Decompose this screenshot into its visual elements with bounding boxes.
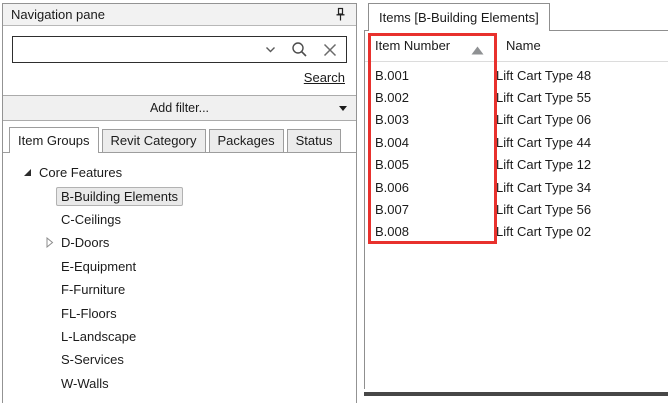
dropdown-caret-icon	[339, 106, 347, 111]
tree-node-e-equipment[interactable]: E-Equipment	[3, 255, 356, 278]
tab-items-b-building-elements[interactable]: Items [B-Building Elements]	[368, 3, 550, 31]
tree-node-s-services[interactable]: S-Services	[3, 348, 356, 371]
cell-item-number: B.001	[365, 68, 496, 83]
navigation-tab-strip: Item Groups Revit Category Packages Stat…	[3, 127, 356, 153]
tree-node-l-landscape[interactable]: L-Landscape	[3, 325, 356, 348]
column-header-item-number[interactable]: Item Number	[375, 38, 450, 53]
item-groups-tree: Core Features B-Building Elements C-Ceil…	[3, 153, 356, 395]
tree-node-label: FL-Floors	[61, 306, 117, 321]
cell-name: Lift Cart Type 06	[496, 112, 668, 127]
tree-node-label: C-Ceilings	[61, 212, 121, 227]
navigation-pane-header: Navigation pane	[3, 4, 356, 26]
tab-label: Status	[296, 133, 333, 148]
cell-item-number: B.004	[365, 135, 496, 150]
tree-node-c-ceilings[interactable]: C-Ceilings	[3, 208, 356, 231]
tree-node-label: Core Features	[39, 165, 122, 180]
cell-name: Lift Cart Type 12	[496, 157, 668, 172]
tab-status[interactable]: Status	[287, 129, 342, 152]
table-row[interactable]: B.002 Lift Cart Type 55	[365, 86, 668, 108]
cell-item-number: B.003	[365, 112, 496, 127]
sort-ascending-icon[interactable]	[471, 43, 484, 58]
tree-node-label: S-Services	[61, 352, 124, 367]
bottom-divider-bar	[364, 392, 668, 396]
navigation-pane-title: Navigation pane	[11, 7, 332, 22]
table-row[interactable]: B.005 Lift Cart Type 12	[365, 154, 668, 176]
tree-collapsed-icon[interactable]	[45, 237, 54, 248]
cell-item-number: B.008	[365, 224, 496, 239]
close-icon[interactable]	[323, 43, 337, 57]
cell-name: Lift Cart Type 48	[496, 68, 668, 83]
cell-name: Lift Cart Type 55	[496, 90, 668, 105]
tree-expanded-icon[interactable]	[23, 168, 32, 177]
search-input[interactable]	[17, 39, 250, 61]
table-row[interactable]: B.003 Lift Cart Type 06	[365, 109, 668, 131]
tree-node-label: F-Furniture	[61, 282, 125, 297]
cell-item-number: B.006	[365, 180, 496, 195]
cell-item-number: B.005	[365, 157, 496, 172]
column-header-name[interactable]: Name	[506, 38, 541, 53]
items-panel: Items [B-Building Elements] Item Number …	[364, 3, 668, 396]
search-icon[interactable]	[291, 41, 308, 58]
table-row[interactable]: B.007 Lift Cart Type 56	[365, 198, 668, 220]
tree-node-w-walls[interactable]: W-Walls	[3, 372, 356, 395]
table-row[interactable]: B.008 Lift Cart Type 02	[365, 221, 668, 243]
cell-name: Lift Cart Type 56	[496, 202, 668, 217]
tab-revit-category[interactable]: Revit Category	[102, 129, 206, 152]
tab-label: Item Groups	[18, 133, 90, 148]
tree-node-label: W-Walls	[61, 376, 109, 391]
tree-node-core-features[interactable]: Core Features	[3, 161, 356, 184]
tab-item-groups[interactable]: Item Groups	[9, 127, 99, 153]
pin-icon[interactable]	[332, 7, 348, 23]
search-link[interactable]: Search	[304, 70, 345, 85]
cell-name: Lift Cart Type 02	[496, 224, 668, 239]
tab-label: Revit Category	[111, 133, 197, 148]
tree-node-label: E-Equipment	[61, 259, 136, 274]
cell-item-number: B.007	[365, 202, 496, 217]
cell-name: Lift Cart Type 34	[496, 180, 668, 195]
tree-node-f-furniture[interactable]: F-Furniture	[3, 278, 356, 301]
add-filter-button[interactable]: Add filter...	[3, 95, 356, 121]
cell-name: Lift Cart Type 44	[496, 135, 668, 150]
table-header-row: Item Number Name	[365, 31, 668, 62]
tree-node-label-selected: B-Building Elements	[56, 187, 183, 206]
tree-node-label: L-Landscape	[61, 329, 136, 344]
table-body: B.001 Lift Cart Type 48 B.002 Lift Cart …	[365, 64, 668, 243]
cell-item-number: B.002	[365, 90, 496, 105]
search-area: Search	[3, 26, 356, 95]
tree-node-d-doors[interactable]: D-Doors	[3, 231, 356, 254]
table-row[interactable]: B.006 Lift Cart Type 34	[365, 176, 668, 198]
items-tab-label: Items [B-Building Elements]	[379, 10, 539, 25]
tree-node-label: D-Doors	[61, 235, 109, 250]
table-row[interactable]: B.001 Lift Cart Type 48	[365, 64, 668, 86]
app-window: Navigation pane	[0, 0, 668, 403]
search-link-row: Search	[12, 63, 347, 95]
navigation-pane: Navigation pane	[2, 3, 357, 403]
tab-packages[interactable]: Packages	[209, 129, 284, 152]
tree-node-fl-floors[interactable]: FL-Floors	[3, 301, 356, 324]
add-filter-label: Add filter...	[150, 101, 209, 115]
chevron-down-icon[interactable]	[265, 46, 276, 54]
items-table: Item Number Name B.001 Lift Cart Type 48…	[364, 30, 668, 389]
tab-label: Packages	[218, 133, 275, 148]
search-box	[12, 36, 347, 63]
table-row[interactable]: B.004 Lift Cart Type 44	[365, 131, 668, 153]
tree-node-b-building-elements[interactable]: B-Building Elements	[3, 184, 356, 207]
